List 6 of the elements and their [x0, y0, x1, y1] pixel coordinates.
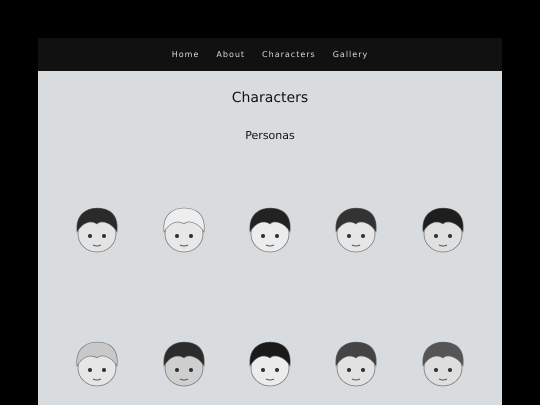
section-title: Personas	[245, 128, 295, 144]
nav-link[interactable]: About	[216, 48, 246, 60]
nav-link[interactable]: Home	[172, 48, 200, 60]
nav-link[interactable]: Gallery	[332, 48, 368, 60]
nav-link[interactable]: Characters	[262, 48, 316, 60]
page-title: Characters	[232, 89, 308, 108]
